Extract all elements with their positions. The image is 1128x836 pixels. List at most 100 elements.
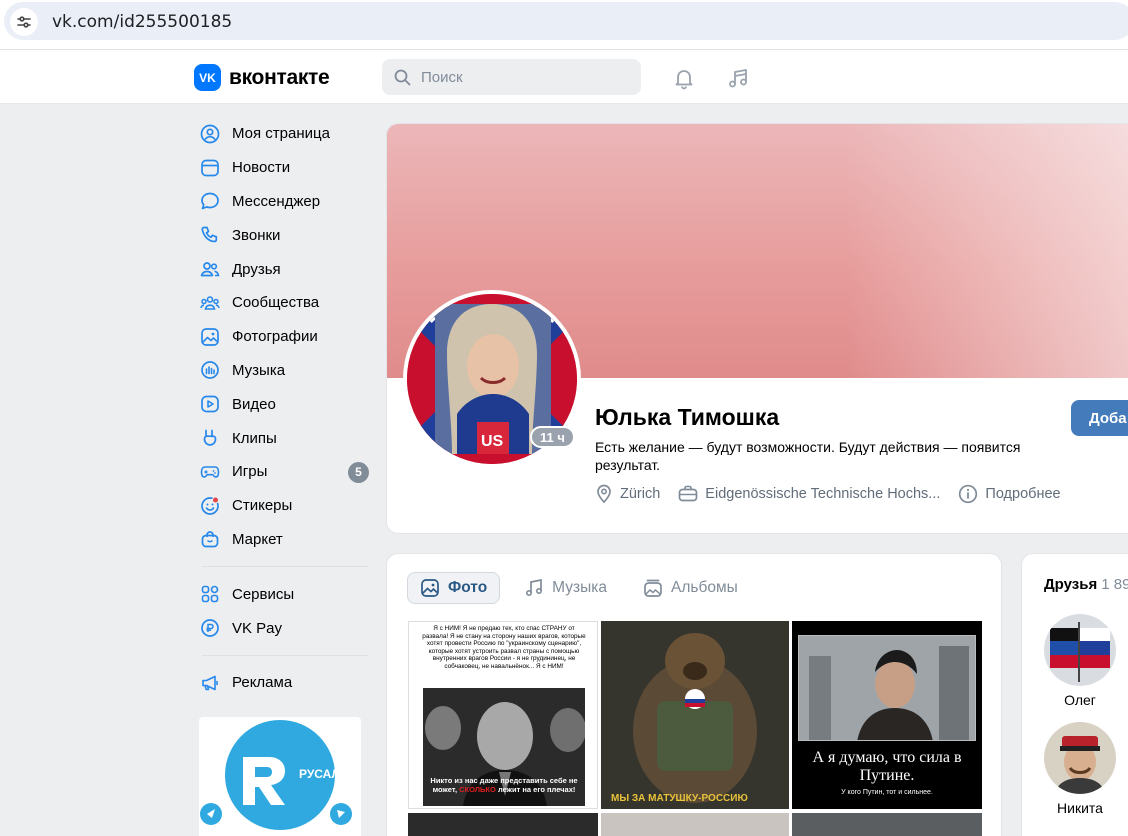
friends-count: 1 89 [1101,576,1128,593]
menu-item-news[interactable]: Новости [192,151,372,185]
meta-more-label: Подробнее [985,486,1061,502]
photo-image [798,635,976,741]
menu-divider [202,566,368,568]
meta-more[interactable]: Подробнее [958,484,1061,504]
site-info-icon[interactable] [10,8,38,36]
ad-banner[interactable]: РУСАЛ [199,717,361,836]
photo-thumbnail[interactable] [408,813,598,836]
menu-item-messenger[interactable]: Мессенджер [192,185,372,219]
vk-header: VK вконтакте [0,50,1128,104]
ruble-coin-icon [200,618,220,638]
add-friend-button[interactable]: Доба [1071,400,1128,436]
profile-name: Юлька Тимошка [595,404,780,430]
photo-caption: МЫ ЗА МАТУШКУ-РОССИЮ [611,793,748,804]
music-bars-icon [200,360,220,380]
news-icon [200,158,220,178]
gamepad-icon [200,462,220,482]
menu-item-label: Мессенджер [232,192,321,210]
search-box[interactable] [382,59,641,95]
message-bubble-icon [200,191,220,211]
menu-item-calls[interactable]: Звонки [192,218,372,252]
online-time-badge: 11 ч [530,426,575,448]
menu-item-communities[interactable]: Сообщества [192,286,372,320]
menu-item-friends[interactable]: Друзья [192,252,372,286]
photo-caption: Никто из нас даже представить себе не мо… [430,776,578,794]
menu-item-label: VK Pay [232,619,283,637]
video-icon [200,394,220,414]
bell-icon[interactable] [671,65,697,91]
menu-item-label: Видео [232,395,276,413]
vk-logo[interactable]: VK вконтакте [194,64,330,91]
photo-icon [200,327,220,347]
meta-education-label: Eidgenössische Technische Hochs... [705,486,941,502]
menu-item-label: Сообщества [232,294,320,312]
menu-item-label: Новости [232,159,291,177]
menu-item-clips[interactable]: Клипы [192,421,372,455]
tab-label: Альбомы [671,579,738,596]
friend-item[interactable]: Никита [1043,722,1117,816]
menu-item-label: Маркет [232,530,283,548]
friend-name: Никита [1057,800,1103,816]
music-note-icon[interactable] [725,65,751,91]
meta-city-label: Zürich [620,486,661,502]
clips-icon [200,428,220,448]
profile-card: US 11 ч Юлька Тимошка Есть желание — буд… [386,123,1128,534]
menu-item-my-page[interactable]: Моя страница [192,117,372,151]
photo-thumbnail[interactable] [792,813,982,836]
menu-item-games[interactable]: Игры 5 [192,455,372,489]
friends-icon [200,259,220,279]
meta-city[interactable]: Zürich [595,484,660,504]
menu-item-label: Игры [232,463,268,481]
address-bar[interactable]: vk.com/id255500185 [4,2,1128,40]
menu-item-vk-pay[interactable]: VK Pay [192,611,372,645]
location-pin-icon [597,484,611,504]
music-note-icon [526,578,543,597]
albums-icon [644,579,662,597]
friend-avatar [1044,722,1116,794]
menu-item-label: Фотографии [232,328,318,346]
menu-item-video[interactable]: Видео [192,387,372,421]
communities-icon [200,293,220,313]
media-tabs: Фото Музыка Альбомы [407,572,750,604]
friends-card: Друзья 1 89 Олег Никита [1021,553,1128,836]
menu-item-services[interactable]: Сервисы [192,577,372,611]
menu-item-label: Друзья [232,260,281,278]
menu-item-ads[interactable]: Реклама [192,666,372,700]
meta-education[interactable]: Eidgenössische Technische Hochs... [678,485,940,503]
media-card: Фото Музыка Альбомы Я с НИМ! Я не предаю… [386,553,1002,836]
menu-item-label: Звонки [232,226,281,244]
search-icon [394,69,411,85]
grid-icon [200,584,220,604]
tab-music[interactable]: Музыка [512,572,619,604]
menu-item-stickers[interactable]: Стикеры [192,489,372,523]
menu-item-label: Стикеры [232,497,293,515]
profile-meta: Zürich Eidgenössische Technische Hochs..… [595,484,1071,504]
menu-item-label: Клипы [232,429,277,447]
photo-thumbnail[interactable] [601,813,789,836]
friend-name: Олег [1064,692,1096,708]
menu-item-label: Музыка [232,361,286,379]
photo-thumbnail[interactable]: Я с НИМ! Я не предаю тех, кто спас СТРАН… [408,621,598,809]
menu-item-music[interactable]: Музыка [192,354,372,388]
user-circle-icon [200,124,220,144]
info-circle-icon [959,484,978,504]
url-text[interactable]: vk.com/id255500185 [52,12,232,32]
photo-title: А я думаю, что сила в Путине. [812,749,962,784]
left-menu: Моя страница Новости Мессенджер Звонки Д… [192,117,372,700]
friend-item[interactable]: Олег [1043,614,1117,708]
photo-thumbnail[interactable]: А я думаю, что сила в Путине. У кого Пут… [792,621,982,809]
tab-albums[interactable]: Альбомы [631,572,750,604]
profile-status: Есть желание — будут возможности. Будут … [595,439,1021,473]
photo-subtitle: У кого Путин, тот и сильнее. [841,789,933,796]
menu-item-label: Реклама [232,674,293,692]
svg-text:US: US [481,433,504,450]
sticker-icon [200,496,220,516]
photo-text-top: Я с НИМ! Я не предаю тех, кто спас СТРАН… [422,625,586,670]
tab-photos[interactable]: Фото [407,572,501,604]
menu-item-market[interactable]: Маркет [192,523,372,557]
friends-title[interactable]: Друзья 1 89 [1044,576,1128,593]
photo-thumbnail[interactable]: МЫ ЗА МАТУШКУ-РОССИЮ [601,621,789,809]
search-input[interactable] [421,68,621,86]
games-count-badge: 5 [348,461,369,483]
menu-item-photos[interactable]: Фотографии [192,320,372,354]
